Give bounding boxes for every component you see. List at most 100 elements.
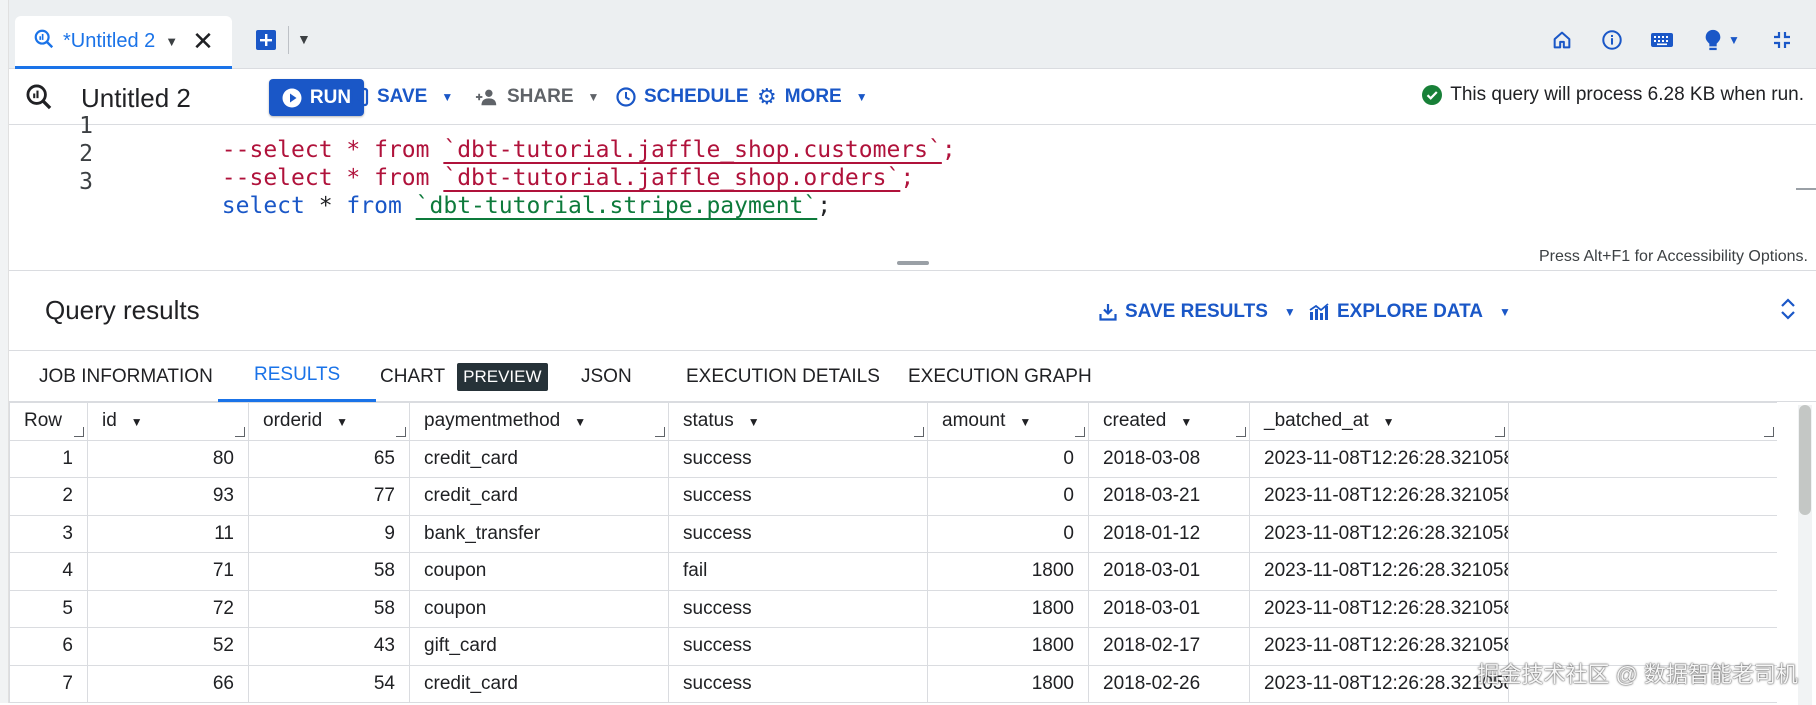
tab-menu-caret-icon[interactable]: ▼ <box>165 34 178 49</box>
table-cell[interactable]: 66 <box>87 664 249 703</box>
new-tab-menu-caret-icon[interactable]: ▼ <box>297 31 311 47</box>
table-cell[interactable]: credit_card <box>409 439 669 478</box>
table-cell[interactable]: 1800 <box>927 589 1089 628</box>
save-results-button[interactable]: SAVE RESULTS ▼ <box>1099 301 1296 323</box>
column-header-paymentmethod[interactable]: paymentmethod ▼ <box>409 402 669 441</box>
close-icon[interactable]: ✕ <box>192 28 214 54</box>
table-cell[interactable]: 1 <box>9 439 88 478</box>
table-cell[interactable]: 58 <box>248 552 410 591</box>
table-cell[interactable]: 4 <box>9 552 88 591</box>
tab-execution-details[interactable]: EXECUTION DETAILS <box>686 351 880 402</box>
table-cell[interactable]: 65 <box>248 439 410 478</box>
expand-icon[interactable] <box>1780 297 1796 326</box>
resize-grip-icon[interactable] <box>1495 426 1505 437</box>
home-icon[interactable] <box>1550 28 1574 52</box>
resize-grip-icon[interactable] <box>1075 426 1085 437</box>
table-cell[interactable]: 0 <box>927 477 1089 516</box>
table-cell[interactable]: 2023-11-08T12:26:28.321058 <box>1249 514 1509 553</box>
table-cell[interactable]: 2023-11-08T12:26:28.321058 <box>1249 627 1509 666</box>
table-cell[interactable]: 2 <box>9 477 88 516</box>
new-tab-button[interactable] <box>252 26 280 54</box>
column-header-orderid[interactable]: orderid ▼ <box>248 402 410 441</box>
table-cell[interactable]: 2023-11-08T12:26:28.321058 <box>1249 439 1509 478</box>
tab-execution-graph[interactable]: EXECUTION GRAPH <box>908 351 1092 402</box>
table-cell[interactable]: 11 <box>87 514 249 553</box>
table-cell[interactable]: bank_transfer <box>409 514 669 553</box>
sql-editor[interactable]: 1 2 3 --select * from `dbt-tutorial.jaff… <box>9 113 1816 271</box>
table-cell[interactable]: 9 <box>248 514 410 553</box>
table-cell[interactable]: 0 <box>927 514 1089 553</box>
table-cell[interactable]: 54 <box>248 664 410 703</box>
table-cell[interactable]: 2018-02-26 <box>1088 664 1250 703</box>
table-cell[interactable]: credit_card <box>409 664 669 703</box>
table-cell[interactable]: 2018-03-01 <box>1088 589 1250 628</box>
column-header-id[interactable]: id ▼ <box>87 402 249 441</box>
query-tab[interactable]: *Untitled 2 ▼ ✕ <box>15 16 232 69</box>
table-cell[interactable]: 2018-02-17 <box>1088 627 1250 666</box>
table-cell[interactable]: 2023-11-08T12:26:28.321058 <box>1249 552 1509 591</box>
table-cell[interactable]: 2023-11-08T12:26:28.321058 <box>1249 664 1509 703</box>
table-cell[interactable]: 6 <box>9 627 88 666</box>
table-cell[interactable]: 43 <box>248 627 410 666</box>
lightbulb-icon[interactable]: ▼ <box>1700 28 1744 52</box>
tab-json[interactable]: JSON <box>581 351 632 402</box>
results-scrollbar[interactable] <box>1798 405 1812 705</box>
table-cell[interactable]: 2023-11-08T12:26:28.321058 <box>1249 477 1509 516</box>
table-cell[interactable]: 1800 <box>927 627 1089 666</box>
resize-grip-icon[interactable] <box>914 426 924 437</box>
resize-grip-icon[interactable] <box>235 426 245 437</box>
table-cell[interactable]: success <box>668 439 928 478</box>
table-cell[interactable]: 7 <box>9 664 88 703</box>
table-cell[interactable]: coupon <box>409 552 669 591</box>
column-header-amount[interactable]: amount ▼ <box>927 402 1089 441</box>
schedule-button[interactable]: SCHEDULE <box>616 81 749 113</box>
resize-grip-icon[interactable] <box>1236 426 1246 437</box>
resize-grip-icon[interactable] <box>655 426 665 437</box>
collapse-icon[interactable] <box>1770 28 1794 52</box>
table-cell[interactable]: 3 <box>9 514 88 553</box>
resize-grip-icon[interactable] <box>396 426 406 437</box>
info-icon[interactable] <box>1600 28 1624 52</box>
table-cell[interactable]: 2018-01-12 <box>1088 514 1250 553</box>
table-cell[interactable]: 2018-03-21 <box>1088 477 1250 516</box>
table-cell[interactable]: 1800 <box>927 552 1089 591</box>
table-cell[interactable]: success <box>668 477 928 516</box>
keyboard-icon[interactable] <box>1650 28 1674 52</box>
column-header-created[interactable]: created ▼ <box>1088 402 1250 441</box>
code-area[interactable]: --select * from `dbt-tutorial.jaffle_sho… <box>111 111 1786 231</box>
save-button[interactable]: SAVE ▼ <box>349 81 453 113</box>
tab-results[interactable]: RESULTS <box>218 351 377 402</box>
table-cell[interactable]: 58 <box>248 589 410 628</box>
table-cell[interactable]: credit_card <box>409 477 669 516</box>
column-header-status[interactable]: status ▼ <box>668 402 928 441</box>
table-cell[interactable]: 2018-03-01 <box>1088 552 1250 591</box>
table-cell[interactable]: 2018-03-08 <box>1088 439 1250 478</box>
column-header-batched-at[interactable]: _batched_at ▼ <box>1249 402 1509 441</box>
table-cell[interactable]: 1800 <box>927 664 1089 703</box>
editor-resize-handle[interactable] <box>896 261 929 265</box>
table-cell[interactable]: 5 <box>9 589 88 628</box>
table-cell[interactable]: gift_card <box>409 627 669 666</box>
table-cell[interactable]: 80 <box>87 439 249 478</box>
table-cell[interactable]: 0 <box>927 439 1089 478</box>
column-header-row[interactable]: Row <box>9 402 88 441</box>
more-button[interactable]: ⚙ MORE ▼ <box>757 81 868 113</box>
table-cell[interactable]: 2023-11-08T12:26:28.321058 <box>1249 589 1509 628</box>
share-button[interactable]: SHARE ▼ <box>475 81 599 113</box>
table-cell[interactable]: 93 <box>87 477 249 516</box>
scrollbar-thumb[interactable] <box>1799 405 1811 515</box>
explore-data-button[interactable]: EXPLORE DATA ▼ <box>1309 301 1511 323</box>
resize-grip-icon[interactable] <box>1764 426 1774 437</box>
resize-grip-icon[interactable] <box>74 426 84 437</box>
tab-chart[interactable]: CHART PREVIEW <box>380 351 548 402</box>
table-cell[interactable]: 52 <box>87 627 249 666</box>
tab-job-information[interactable]: JOB INFORMATION <box>39 351 213 402</box>
table-cell[interactable]: 72 <box>87 589 249 628</box>
table-cell[interactable]: 71 <box>87 552 249 591</box>
table-cell[interactable]: success <box>668 627 928 666</box>
table-cell[interactable]: success <box>668 514 928 553</box>
table-cell[interactable]: 77 <box>248 477 410 516</box>
table-cell[interactable]: fail <box>668 552 928 591</box>
table-cell[interactable]: success <box>668 589 928 628</box>
table-cell[interactable]: coupon <box>409 589 669 628</box>
